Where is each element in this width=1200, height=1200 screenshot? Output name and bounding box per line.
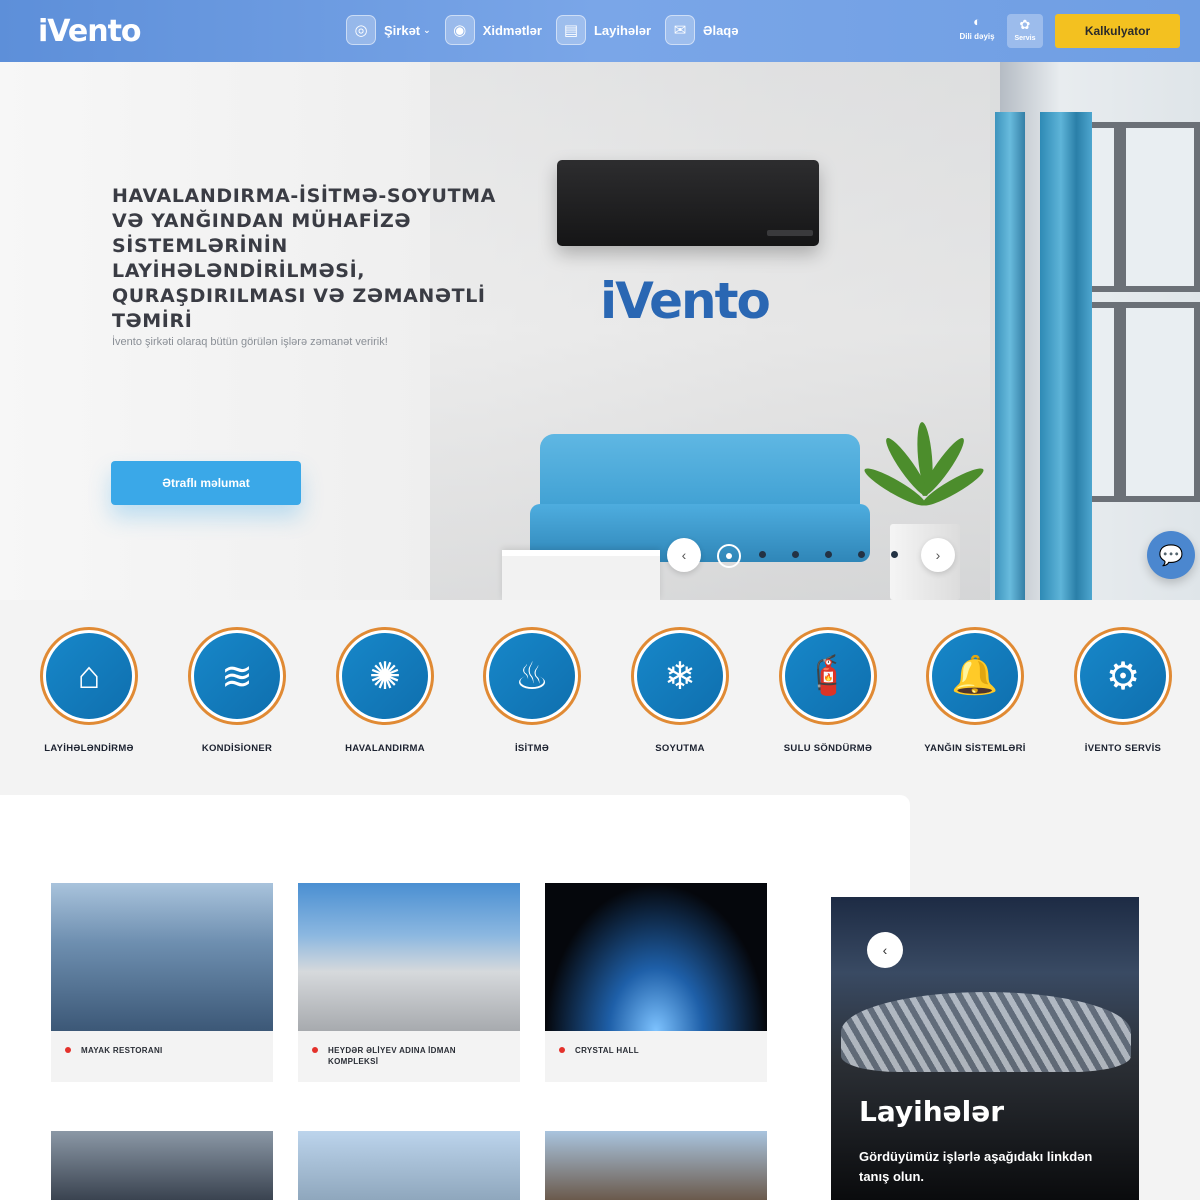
- slider-dot-active[interactable]: [717, 544, 741, 568]
- project-card-caption[interactable]: HEYDƏR ƏLİYEV ADINA İDMAN KOMPLEKSİ: [298, 1031, 520, 1082]
- nav-item-elaqe[interactable]: ✉ Əlaqə: [665, 15, 738, 45]
- project-card[interactable]: [51, 1131, 273, 1200]
- project-card-caption[interactable]: MAYAK RESTORANI: [51, 1031, 273, 1082]
- nav-item-xidmetler[interactable]: ◉ Xidmətlər: [444, 15, 542, 45]
- project-name: CRYSTAL HALL: [575, 1046, 639, 1055]
- compass-icon: ◎: [346, 15, 376, 45]
- hero-brand-logo: iVento: [600, 272, 771, 330]
- project-card[interactable]: [51, 883, 273, 1031]
- hero-slider: iVento HAVALANDIRMA-İSİTMƏ-SOYUTMA VƏ YA…: [0, 62, 1200, 600]
- services-row: ⌂ LAYİHƏLƏNDİRMƏ ≋ KONDİSİONER ✺ HAVALAN…: [0, 600, 1200, 795]
- slider-dot[interactable]: [858, 551, 865, 558]
- service-soyutma[interactable]: ❄ SOYUTMA: [610, 627, 750, 754]
- drafting-compass-icon: ⌂: [46, 633, 132, 719]
- air-conditioner-image: [557, 160, 819, 246]
- service-isitme[interactable]: ♨ İSİTMƏ: [462, 627, 602, 754]
- hero-subtitle: İvento şirkəti olaraq bütün görülən işlə…: [112, 336, 388, 348]
- curtain: [995, 112, 1025, 600]
- project-image: [545, 1131, 767, 1200]
- fire-extinguisher-icon: 🧯: [785, 633, 871, 719]
- plant-image: [861, 392, 987, 532]
- slider-dot[interactable]: [825, 551, 832, 558]
- project-card-caption[interactable]: CRYSTAL HALL: [545, 1031, 767, 1082]
- nav-label: Xidmətlər: [482, 22, 542, 38]
- promo-prev-button[interactable]: ‹: [867, 932, 903, 968]
- sofa-image: [530, 434, 870, 564]
- promo-text: Gördüyümüz işlərlə aşağıdakı linkdən tan…: [859, 1149, 1093, 1184]
- project-card[interactable]: [298, 1131, 520, 1200]
- service-kondisioner[interactable]: ≋ KONDİSİONER: [167, 627, 307, 754]
- nav-item-sirket[interactable]: ◎ Şirkət ⌄: [346, 15, 431, 45]
- project-card[interactable]: [545, 883, 767, 1031]
- project-name: MAYAK RESTORANI: [81, 1046, 163, 1055]
- chevron-down-icon: ⌄: [423, 24, 431, 35]
- service-label: İVENTO SERVİS: [1084, 743, 1162, 754]
- service-layihelendirme[interactable]: ⌂ LAYİHƏLƏNDİRMƏ: [19, 627, 159, 754]
- slider-next-button[interactable]: ›: [921, 538, 955, 572]
- globe-icon: ◐: [973, 14, 981, 29]
- service-havalandirma[interactable]: ✺ HAVALANDIRMA: [315, 627, 455, 754]
- bullet-dot: [559, 1047, 565, 1053]
- projects-promo[interactable]: ‹ Layihələr Gördüyümüz işlərlə aşağıdakı…: [831, 897, 1139, 1200]
- gear-icon: ✿: [1019, 17, 1031, 32]
- chevron-right-icon: ›: [935, 547, 941, 563]
- radiator-icon: ♨: [489, 633, 575, 719]
- service-label: SULU SÖNDÜRMƏ: [783, 743, 873, 754]
- blueprint-icon: ▤: [555, 15, 586, 45]
- nav-label: Layihələr: [593, 22, 652, 38]
- service-ivento-servis[interactable]: ⚙ İVENTO SERVİS: [1053, 627, 1193, 754]
- alarm-bell-icon: 🔔: [932, 633, 1018, 719]
- chevron-left-icon: ‹: [681, 547, 687, 563]
- project-image: [545, 883, 767, 1031]
- bullet-dot: [312, 1047, 318, 1053]
- slider-prev-button[interactable]: ‹: [667, 538, 701, 572]
- hero-title: HAVALANDIRMA-İSİTMƏ-SOYUTMA VƏ YANĞINDAN…: [112, 185, 496, 332]
- project-name: HEYDƏR ƏLİYEV ADINA İDMAN KOMPLEKSİ: [328, 1046, 456, 1066]
- calculator-button[interactable]: Kalkulyator: [1055, 14, 1180, 48]
- servis-label: Servis: [1014, 35, 1036, 42]
- chevron-left-icon: ‹: [882, 942, 888, 958]
- nav-label: Əlaqə: [703, 22, 739, 38]
- curtain: [1040, 112, 1092, 600]
- nav-item-layiheler[interactable]: ▤ Layihələr: [555, 15, 652, 45]
- service-label: SOYUTMA: [655, 743, 705, 754]
- service-yangin-sistemleri[interactable]: 🔔 YANĞIN SİSTEMLƏRİ: [905, 627, 1045, 754]
- snowflake-icon: ❄: [637, 633, 723, 719]
- hero-window: [1000, 62, 1200, 600]
- project-card[interactable]: [545, 1131, 767, 1200]
- service-sulu-sondurme[interactable]: 🧯 SULU SÖNDÜRMƏ: [758, 627, 898, 754]
- main-nav: ◎ Şirkət ⌄ ◉ Xidmətlər ▤ Layihələr ✉ Əla…: [346, 15, 752, 45]
- project-image: [51, 1131, 273, 1200]
- mail-icon: ✉: [665, 15, 696, 45]
- promo-title: Layihələr: [859, 1095, 1005, 1128]
- table-image: [502, 550, 660, 600]
- target-icon: ◉: [444, 15, 475, 45]
- service-label: LAYİHƏLƏNDİRMƏ: [44, 743, 134, 754]
- servis-button[interactable]: ✿ Servis: [1007, 14, 1043, 48]
- service-label: KONDİSİONER: [201, 743, 273, 754]
- site-header: iVento ◎ Şirkət ⌄ ◉ Xidmətlər ▤ Layihələ…: [0, 0, 1200, 62]
- bullet-dot: [65, 1047, 71, 1053]
- project-card[interactable]: [298, 883, 520, 1031]
- service-label: İSİTMƏ: [514, 743, 550, 754]
- stadium-image: [841, 992, 1131, 1072]
- slider-dot[interactable]: [759, 551, 766, 558]
- slider-dot[interactable]: [792, 551, 799, 558]
- language-label: Dili dəyiş: [959, 32, 995, 41]
- service-label: YANĞIN SİSTEMLƏRİ: [924, 743, 1026, 754]
- project-image: [298, 883, 520, 1031]
- service-label: HAVALANDIRMA: [345, 743, 425, 754]
- project-image: [298, 1131, 520, 1200]
- air-conditioner-icon: ≋: [194, 633, 280, 719]
- slider-dot[interactable]: [891, 551, 898, 558]
- more-info-button[interactable]: Ətraflı məlumat: [111, 461, 301, 505]
- chat-button[interactable]: 💬: [1147, 531, 1195, 579]
- nav-label: Şirkət: [384, 22, 421, 38]
- gears-icon: ⚙: [1080, 633, 1166, 719]
- fan-icon: ✺: [342, 633, 428, 719]
- site-logo[interactable]: iVento: [38, 14, 142, 49]
- language-switcher[interactable]: ◐ Dili dəyiş: [955, 14, 999, 41]
- project-image: [51, 883, 273, 1031]
- chat-bubble-icon: 💬: [1158, 544, 1184, 567]
